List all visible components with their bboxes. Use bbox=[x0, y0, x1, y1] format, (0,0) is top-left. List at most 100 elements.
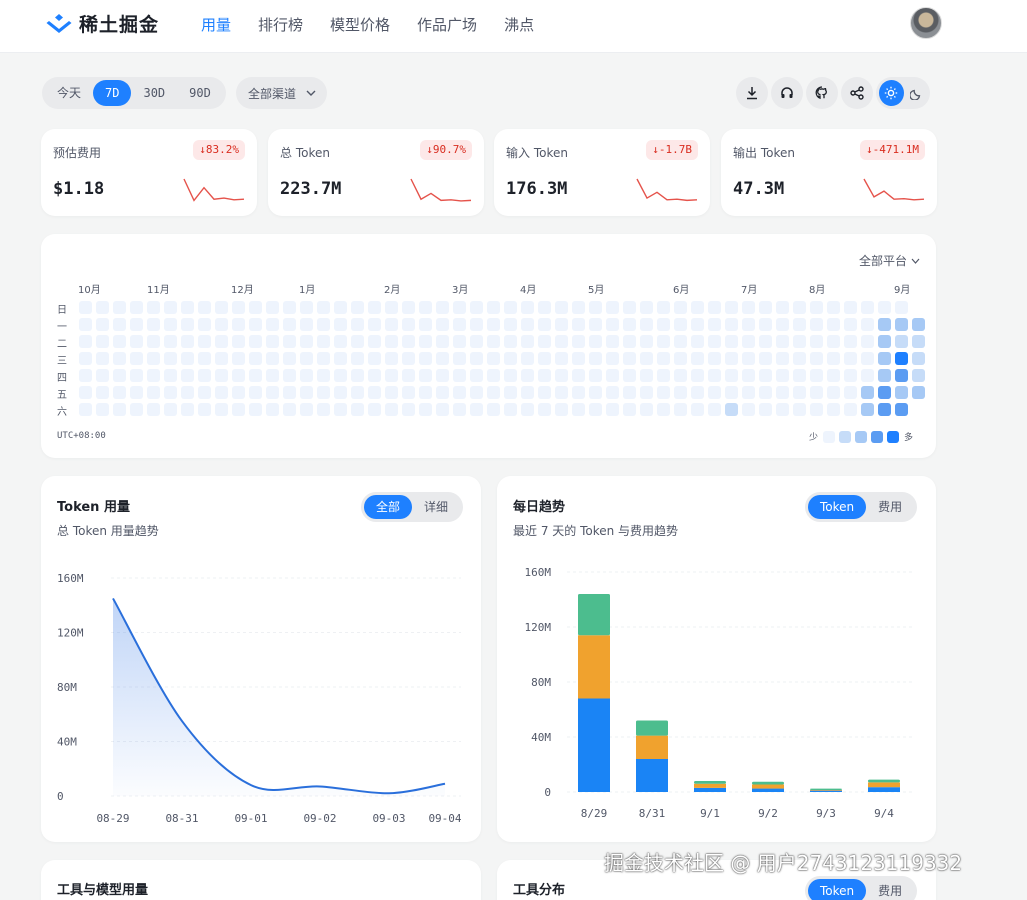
heatmap-cell[interactable] bbox=[793, 386, 806, 399]
heatmap-cell[interactable] bbox=[555, 301, 568, 314]
heatmap-cell[interactable] bbox=[334, 335, 347, 348]
heatmap-cell[interactable] bbox=[368, 369, 381, 382]
heatmap-cell[interactable] bbox=[759, 335, 772, 348]
heatmap-cell[interactable] bbox=[232, 301, 245, 314]
heatmap-cell[interactable] bbox=[198, 318, 211, 331]
toggle-token-bottom[interactable]: Token bbox=[808, 879, 867, 900]
heatmap-cell[interactable] bbox=[368, 318, 381, 331]
heatmap-cell[interactable] bbox=[487, 352, 500, 365]
heatmap-cell[interactable] bbox=[793, 335, 806, 348]
heatmap-cell[interactable] bbox=[657, 369, 670, 382]
heatmap-cell[interactable] bbox=[198, 403, 211, 416]
heatmap-cell[interactable] bbox=[691, 335, 704, 348]
heatmap-cell[interactable] bbox=[674, 352, 687, 365]
heatmap-cell[interactable] bbox=[674, 301, 687, 314]
heatmap-cell[interactable] bbox=[232, 403, 245, 416]
heatmap-cell[interactable] bbox=[776, 318, 789, 331]
heatmap-cell[interactable] bbox=[113, 301, 126, 314]
heatmap-cell[interactable] bbox=[147, 386, 160, 399]
heatmap-cell[interactable] bbox=[96, 369, 109, 382]
heatmap-cell[interactable] bbox=[572, 352, 585, 365]
heatmap-cell[interactable] bbox=[708, 335, 721, 348]
heatmap-cell[interactable] bbox=[640, 352, 653, 365]
heatmap-cell[interactable] bbox=[691, 318, 704, 331]
heatmap-cell[interactable] bbox=[113, 403, 126, 416]
heatmap-cell[interactable] bbox=[368, 335, 381, 348]
heatmap-cell[interactable] bbox=[96, 318, 109, 331]
range-90d[interactable]: 90D bbox=[177, 80, 223, 106]
bar-segment[interactable] bbox=[636, 720, 668, 736]
heatmap-cell[interactable] bbox=[861, 335, 874, 348]
heatmap-cell[interactable] bbox=[895, 352, 908, 365]
heatmap-cell[interactable] bbox=[351, 403, 364, 416]
heatmap-cell[interactable] bbox=[861, 386, 874, 399]
heatmap-cell[interactable] bbox=[385, 403, 398, 416]
heatmap-cell[interactable] bbox=[708, 369, 721, 382]
bar-segment[interactable] bbox=[868, 779, 900, 783]
heatmap-cell[interactable] bbox=[725, 369, 738, 382]
heatmap-cell[interactable] bbox=[793, 369, 806, 382]
heatmap-cell[interactable] bbox=[419, 403, 432, 416]
share-button[interactable] bbox=[841, 77, 873, 109]
heatmap-cell[interactable] bbox=[657, 403, 670, 416]
heatmap-cell[interactable] bbox=[844, 369, 857, 382]
heatmap-cell[interactable] bbox=[113, 369, 126, 382]
heatmap-cell[interactable] bbox=[215, 386, 228, 399]
heatmap-cell[interactable] bbox=[657, 301, 670, 314]
heatmap-cell[interactable] bbox=[504, 386, 517, 399]
heatmap-cell[interactable] bbox=[912, 369, 925, 382]
heatmap-cell[interactable] bbox=[555, 403, 568, 416]
bar-segment[interactable] bbox=[578, 698, 610, 793]
heatmap-cell[interactable] bbox=[810, 369, 823, 382]
heatmap-cell[interactable] bbox=[300, 318, 313, 331]
heatmap-cell[interactable] bbox=[164, 352, 177, 365]
heatmap-cell[interactable] bbox=[181, 403, 194, 416]
heatmap-cell[interactable] bbox=[725, 403, 738, 416]
heatmap-cell[interactable] bbox=[589, 301, 602, 314]
heatmap-cell[interactable] bbox=[725, 352, 738, 365]
heatmap-cell[interactable] bbox=[79, 386, 92, 399]
bar-segment[interactable] bbox=[868, 782, 900, 788]
heatmap-cell[interactable] bbox=[334, 386, 347, 399]
heatmap-cell[interactable] bbox=[844, 301, 857, 314]
heatmap-cell[interactable] bbox=[606, 352, 619, 365]
download-button[interactable] bbox=[736, 77, 768, 109]
heatmap-cell[interactable] bbox=[79, 318, 92, 331]
heatmap-cell[interactable] bbox=[266, 386, 279, 399]
heatmap-cell[interactable] bbox=[79, 369, 92, 382]
heatmap-cell[interactable] bbox=[79, 301, 92, 314]
heatmap-cell[interactable] bbox=[895, 318, 908, 331]
heatmap-cell[interactable] bbox=[436, 318, 449, 331]
heatmap-cell[interactable] bbox=[827, 301, 840, 314]
heatmap-cell[interactable] bbox=[623, 403, 636, 416]
heatmap-cell[interactable] bbox=[402, 352, 415, 365]
heatmap-cell[interactable] bbox=[385, 386, 398, 399]
heatmap-cell[interactable] bbox=[725, 386, 738, 399]
heatmap-cell[interactable] bbox=[895, 386, 908, 399]
heatmap-cell[interactable] bbox=[198, 369, 211, 382]
heatmap-cell[interactable] bbox=[453, 369, 466, 382]
heatmap-cell[interactable] bbox=[79, 335, 92, 348]
heatmap-cell[interactable] bbox=[657, 318, 670, 331]
heatmap-cell[interactable] bbox=[640, 403, 653, 416]
heatmap-cell[interactable] bbox=[555, 335, 568, 348]
heatmap-cell[interactable] bbox=[759, 403, 772, 416]
heatmap-cell[interactable] bbox=[436, 335, 449, 348]
heatmap-cell[interactable] bbox=[589, 352, 602, 365]
bar-segment[interactable] bbox=[810, 788, 842, 790]
heatmap-cell[interactable] bbox=[657, 352, 670, 365]
heatmap-cell[interactable] bbox=[419, 335, 432, 348]
heatmap-cell[interactable] bbox=[164, 301, 177, 314]
heatmap-cell[interactable] bbox=[351, 301, 364, 314]
heatmap-cell[interactable] bbox=[674, 403, 687, 416]
heatmap-cell[interactable] bbox=[113, 386, 126, 399]
heatmap-cell[interactable] bbox=[691, 301, 704, 314]
heatmap-cell[interactable] bbox=[776, 386, 789, 399]
heatmap-cell[interactable] bbox=[164, 369, 177, 382]
heatmap-cell[interactable] bbox=[691, 386, 704, 399]
heatmap-cell[interactable] bbox=[912, 386, 925, 399]
nav-usage[interactable]: 用量 bbox=[201, 14, 231, 35]
heatmap-cell[interactable] bbox=[402, 369, 415, 382]
heatmap-cell[interactable] bbox=[776, 369, 789, 382]
heatmap-cell[interactable] bbox=[300, 352, 313, 365]
